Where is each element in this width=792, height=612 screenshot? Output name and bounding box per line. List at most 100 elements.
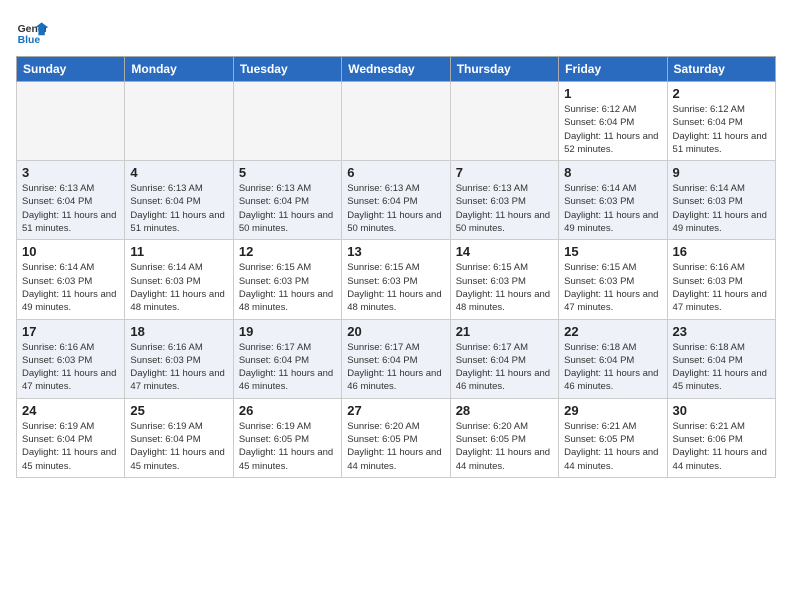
calendar-day-cell	[233, 82, 341, 161]
day-number: 27	[347, 403, 444, 418]
day-number: 19	[239, 324, 336, 339]
calendar-day-cell	[17, 82, 125, 161]
day-number: 29	[564, 403, 661, 418]
day-info: Sunrise: 6:17 AMSunset: 6:04 PMDaylight:…	[239, 341, 336, 394]
day-number: 10	[22, 244, 119, 259]
day-number: 14	[456, 244, 553, 259]
day-info: Sunrise: 6:14 AMSunset: 6:03 PMDaylight:…	[673, 182, 770, 235]
calendar-day-cell: 19 Sunrise: 6:17 AMSunset: 6:04 PMDayligh…	[233, 319, 341, 398]
calendar-day-cell: 1 Sunrise: 6:12 AMSunset: 6:04 PMDaylight…	[559, 82, 667, 161]
calendar-day-cell: 9 Sunrise: 6:14 AMSunset: 6:03 PMDaylight…	[667, 161, 775, 240]
day-info: Sunrise: 6:19 AMSunset: 6:04 PMDaylight:…	[130, 420, 227, 473]
day-number: 17	[22, 324, 119, 339]
day-number: 1	[564, 86, 661, 101]
calendar-day-cell: 17 Sunrise: 6:16 AMSunset: 6:03 PMDayligh…	[17, 319, 125, 398]
calendar-day-cell	[450, 82, 558, 161]
weekday-header-cell: Monday	[125, 57, 233, 82]
calendar-day-cell: 15 Sunrise: 6:15 AMSunset: 6:03 PMDayligh…	[559, 240, 667, 319]
weekday-header-cell: Sunday	[17, 57, 125, 82]
day-number: 7	[456, 165, 553, 180]
calendar-day-cell: 13Sunrise: 6:15 AMSunset: 6:03 PMDayligh…	[342, 240, 450, 319]
day-number: 24	[22, 403, 119, 418]
day-info: Sunrise: 6:17 AMSunset: 6:04 PMDaylight:…	[456, 341, 553, 394]
day-number: 16	[673, 244, 770, 259]
day-info: Sunrise: 6:12 AMSunset: 6:04 PMDaylight:…	[564, 103, 661, 156]
day-number: 12	[239, 244, 336, 259]
day-number: 8	[564, 165, 661, 180]
day-info: Sunrise: 6:18 AMSunset: 6:04 PMDaylight:…	[564, 341, 661, 394]
weekday-header-cell: Tuesday	[233, 57, 341, 82]
calendar-day-cell: 28 Sunrise: 6:20 AMSunset: 6:05 PMDayligh…	[450, 398, 558, 477]
calendar-day-cell: 29 Sunrise: 6:21 AMSunset: 6:05 PMDayligh…	[559, 398, 667, 477]
calendar-day-cell: 10 Sunrise: 6:14 AMSunset: 6:03 PMDayligh…	[17, 240, 125, 319]
logo-icon: General Blue	[16, 16, 48, 48]
calendar-week-row: 17 Sunrise: 6:16 AMSunset: 6:03 PMDayligh…	[17, 319, 776, 398]
day-info: Sunrise: 6:14 AMSunset: 6:03 PMDaylight:…	[22, 261, 119, 314]
calendar-day-cell: 25 Sunrise: 6:19 AMSunset: 6:04 PMDayligh…	[125, 398, 233, 477]
day-number: 28	[456, 403, 553, 418]
calendar-day-cell: 2Sunrise: 6:12 AMSunset: 6:04 PMDaylight…	[667, 82, 775, 161]
calendar-day-cell: 24Sunrise: 6:19 AMSunset: 6:04 PMDayligh…	[17, 398, 125, 477]
day-number: 11	[130, 244, 227, 259]
calendar-day-cell: 21 Sunrise: 6:17 AMSunset: 6:04 PMDayligh…	[450, 319, 558, 398]
day-number: 4	[130, 165, 227, 180]
calendar-day-cell: 22 Sunrise: 6:18 AMSunset: 6:04 PMDayligh…	[559, 319, 667, 398]
day-number: 26	[239, 403, 336, 418]
day-info: Sunrise: 6:13 AMSunset: 6:03 PMDaylight:…	[456, 182, 553, 235]
calendar-day-cell: 11 Sunrise: 6:14 AMSunset: 6:03 PMDayligh…	[125, 240, 233, 319]
calendar-week-row: 3 Sunrise: 6:13 AMSunset: 6:04 PMDaylight…	[17, 161, 776, 240]
calendar-day-cell: 30 Sunrise: 6:21 AMSunset: 6:06 PMDayligh…	[667, 398, 775, 477]
calendar-day-cell: 20Sunrise: 6:17 AMSunset: 6:04 PMDayligh…	[342, 319, 450, 398]
day-info: Sunrise: 6:14 AMSunset: 6:03 PMDaylight:…	[130, 261, 227, 314]
day-info: Sunrise: 6:20 AMSunset: 6:05 PMDaylight:…	[456, 420, 553, 473]
calendar-day-cell: 27 Sunrise: 6:20 AMSunset: 6:05 PMDayligh…	[342, 398, 450, 477]
day-info: Sunrise: 6:18 AMSunset: 6:04 PMDaylight:…	[673, 341, 770, 394]
day-info: Sunrise: 6:13 AMSunset: 6:04 PMDaylight:…	[130, 182, 227, 235]
day-info: Sunrise: 6:13 AMSunset: 6:04 PMDaylight:…	[22, 182, 119, 235]
day-info: Sunrise: 6:15 AMSunset: 6:03 PMDaylight:…	[564, 261, 661, 314]
calendar-day-cell: 14 Sunrise: 6:15 AMSunset: 6:03 PMDayligh…	[450, 240, 558, 319]
day-number: 30	[673, 403, 770, 418]
day-info: Sunrise: 6:15 AMSunset: 6:03 PMDaylight:…	[456, 261, 553, 314]
day-info: Sunrise: 6:17 AMSunset: 6:04 PMDaylight:…	[347, 341, 444, 394]
day-info: Sunrise: 6:14 AMSunset: 6:03 PMDaylight:…	[564, 182, 661, 235]
logo: General Blue	[16, 16, 48, 48]
calendar-day-cell: 23 Sunrise: 6:18 AMSunset: 6:04 PMDayligh…	[667, 319, 775, 398]
calendar-table: SundayMondayTuesdayWednesdayThursdayFrid…	[16, 56, 776, 478]
day-number: 18	[130, 324, 227, 339]
day-info: Sunrise: 6:12 AMSunset: 6:04 PMDaylight:…	[673, 103, 770, 156]
day-info: Sunrise: 6:16 AMSunset: 6:03 PMDaylight:…	[673, 261, 770, 314]
calendar-day-cell: 16 Sunrise: 6:16 AMSunset: 6:03 PMDayligh…	[667, 240, 775, 319]
weekday-header-row: SundayMondayTuesdayWednesdayThursdayFrid…	[17, 57, 776, 82]
calendar-day-cell: 12 Sunrise: 6:15 AMSunset: 6:03 PMDayligh…	[233, 240, 341, 319]
calendar-day-cell: 5Sunrise: 6:13 AMSunset: 6:04 PMDaylight…	[233, 161, 341, 240]
weekday-header-cell: Wednesday	[342, 57, 450, 82]
day-number: 15	[564, 244, 661, 259]
calendar-day-cell: 8 Sunrise: 6:14 AMSunset: 6:03 PMDaylight…	[559, 161, 667, 240]
day-number: 23	[673, 324, 770, 339]
calendar-day-cell: 7 Sunrise: 6:13 AMSunset: 6:03 PMDaylight…	[450, 161, 558, 240]
calendar-day-cell: 26Sunrise: 6:19 AMSunset: 6:05 PMDayligh…	[233, 398, 341, 477]
day-info: Sunrise: 6:20 AMSunset: 6:05 PMDaylight:…	[347, 420, 444, 473]
day-number: 25	[130, 403, 227, 418]
day-info: Sunrise: 6:16 AMSunset: 6:03 PMDaylight:…	[22, 341, 119, 394]
calendar-day-cell: 6 Sunrise: 6:13 AMSunset: 6:04 PMDaylight…	[342, 161, 450, 240]
day-info: Sunrise: 6:15 AMSunset: 6:03 PMDaylight:…	[239, 261, 336, 314]
day-number: 6	[347, 165, 444, 180]
day-info: Sunrise: 6:21 AMSunset: 6:05 PMDaylight:…	[564, 420, 661, 473]
svg-text:Blue: Blue	[18, 35, 41, 46]
weekday-header-cell: Saturday	[667, 57, 775, 82]
weekday-header-cell: Thursday	[450, 57, 558, 82]
calendar-week-row: 10 Sunrise: 6:14 AMSunset: 6:03 PMDayligh…	[17, 240, 776, 319]
day-info: Sunrise: 6:13 AMSunset: 6:04 PMDaylight:…	[347, 182, 444, 235]
day-info: Sunrise: 6:21 AMSunset: 6:06 PMDaylight:…	[673, 420, 770, 473]
calendar-day-cell	[125, 82, 233, 161]
day-number: 21	[456, 324, 553, 339]
calendar-day-cell: 3 Sunrise: 6:13 AMSunset: 6:04 PMDaylight…	[17, 161, 125, 240]
calendar-week-row: 24 Sunrise: 6:19 AMSunset: 6:04 PMDayligh…	[17, 398, 776, 477]
day-number: 3	[22, 165, 119, 180]
day-number: 9	[673, 165, 770, 180]
day-number: 22	[564, 324, 661, 339]
page-header: General Blue	[16, 16, 776, 48]
day-info: Sunrise: 6:13 AMSunset: 6:04 PMDaylight:…	[239, 182, 336, 235]
